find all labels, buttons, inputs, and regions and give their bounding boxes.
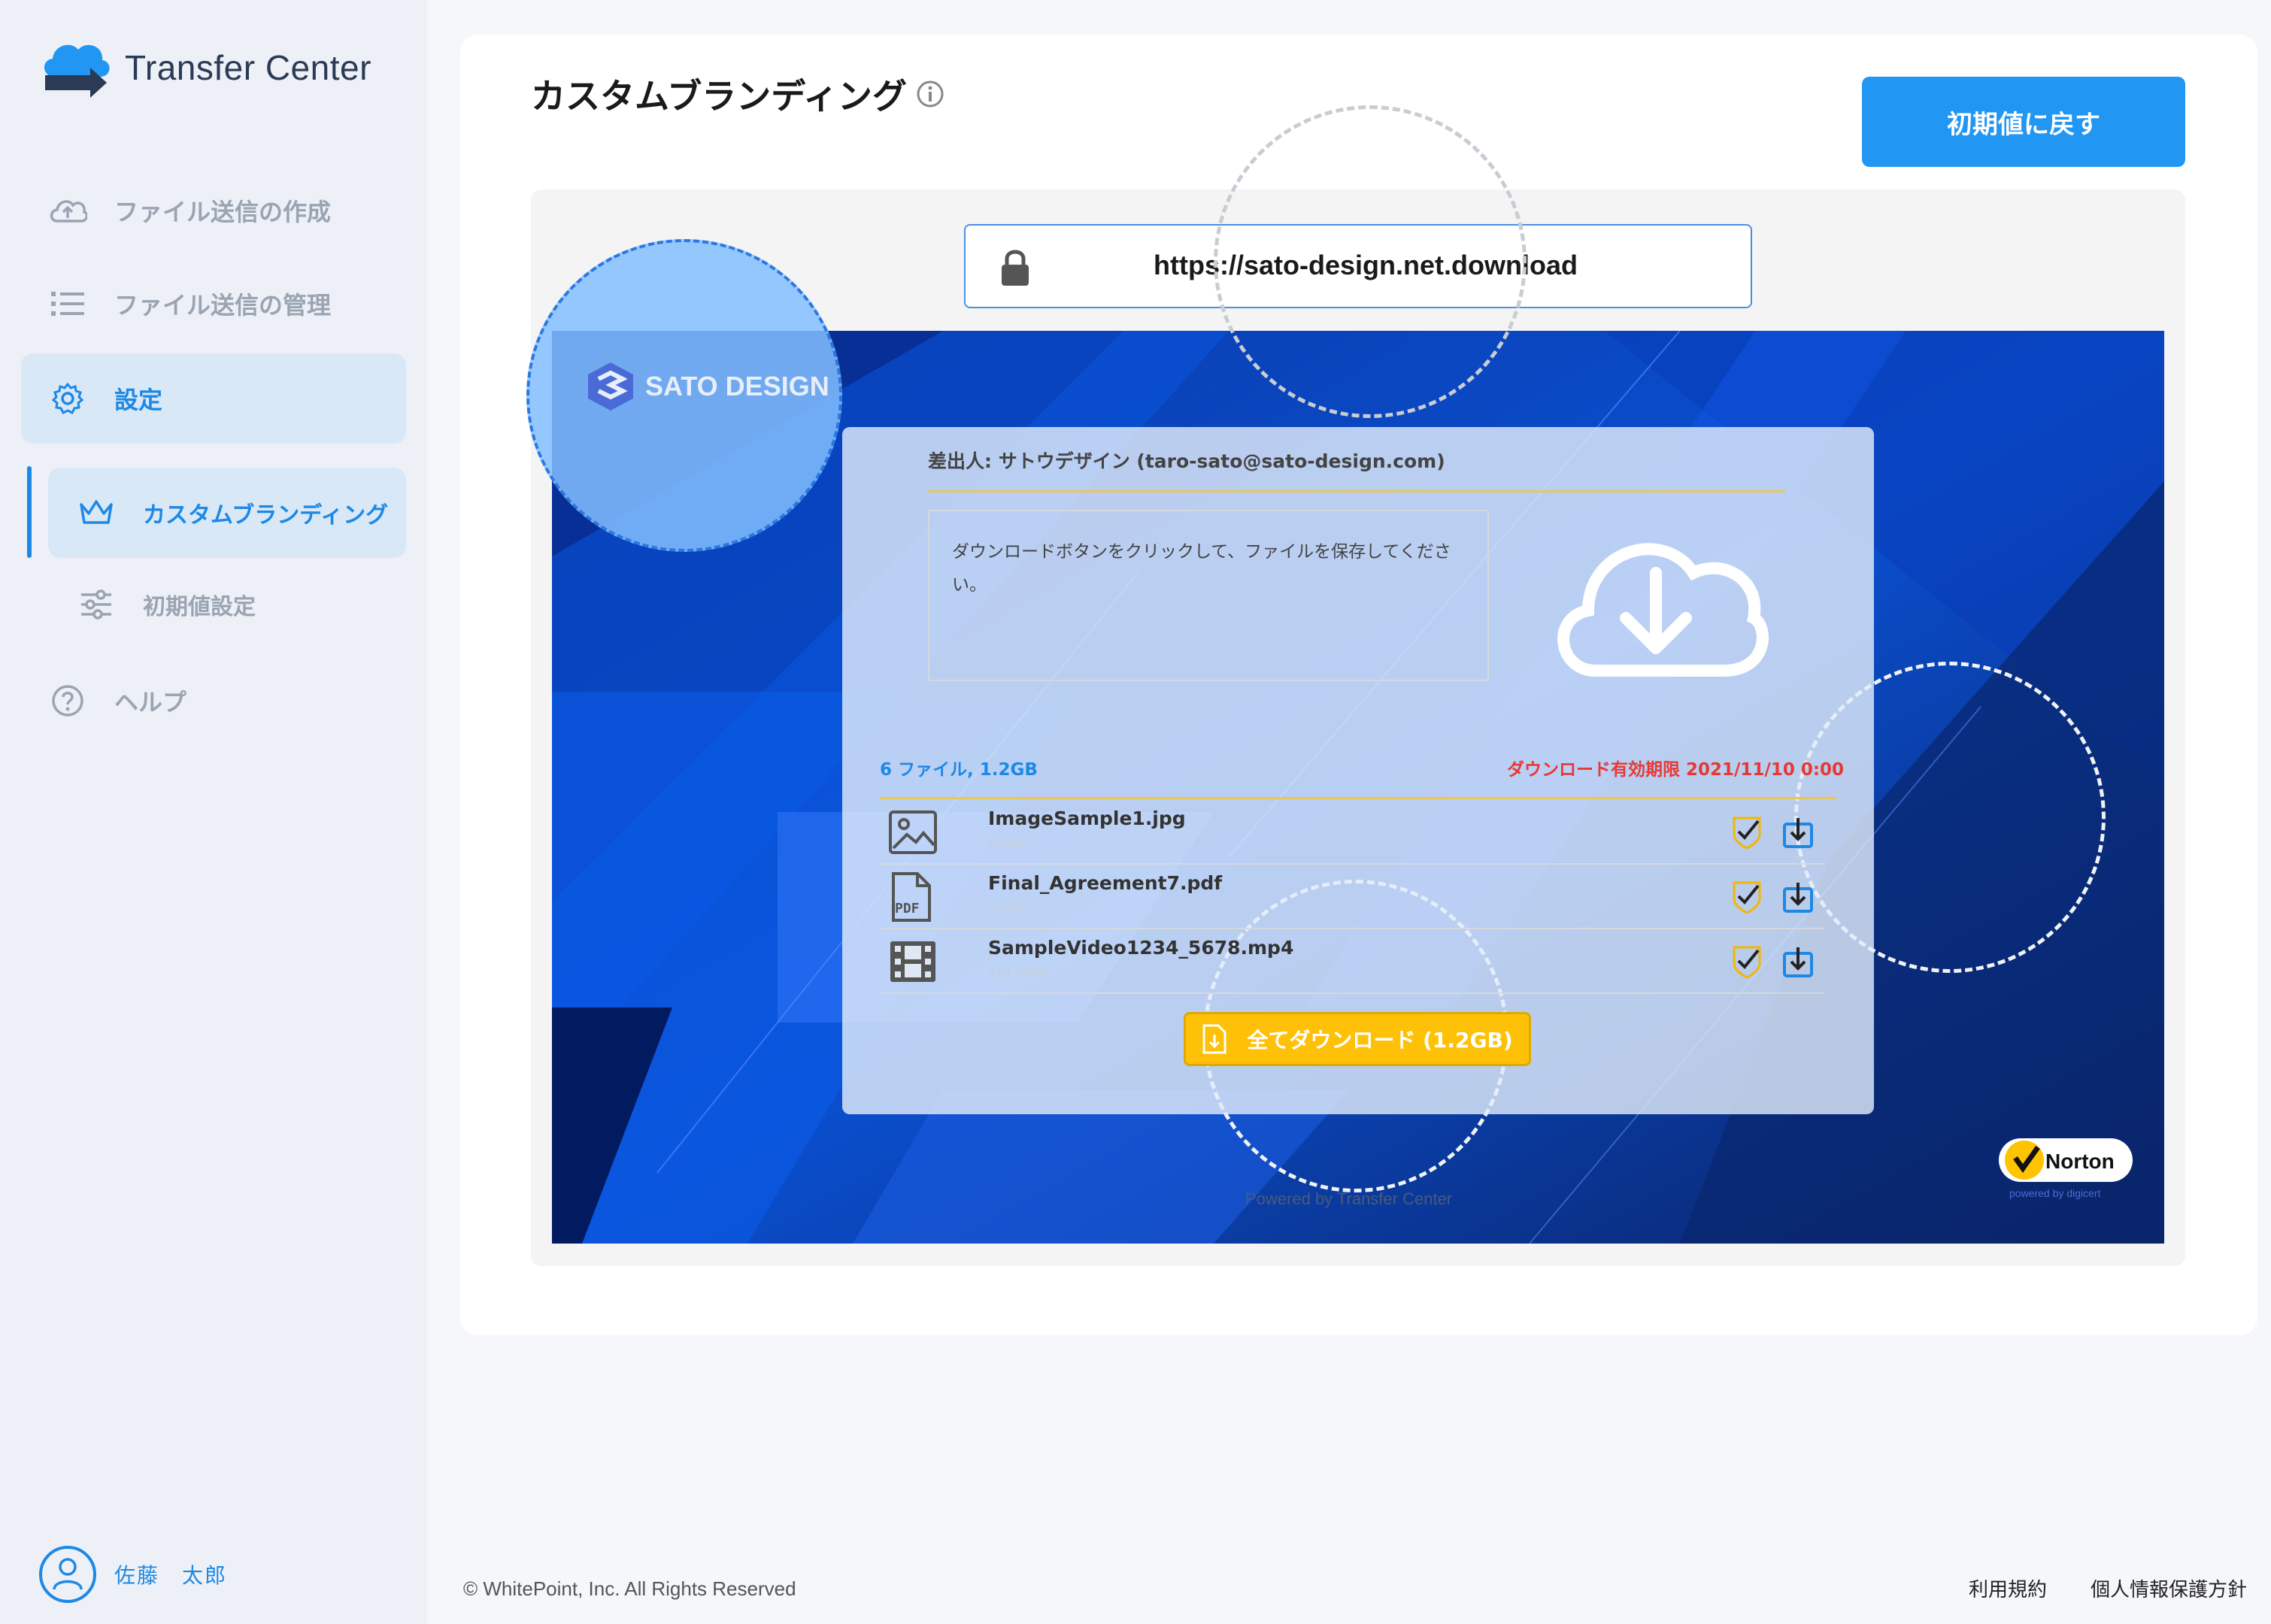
gear-icon [44, 374, 92, 423]
list-icon [44, 280, 92, 328]
sender-info: 差出人: サトウデザイン (taro-sato@sato-design.com) [928, 450, 1445, 472]
sidebar-item-label: 設定 [114, 386, 163, 414]
brand-logo: SATO DESIGN [584, 359, 829, 414]
lock-icon [1002, 250, 1029, 286]
sidebar-item-label: ファイル送信の作成 [114, 198, 332, 226]
file-row[interactable]: SampleVideo1234_5678.mp4 256.40MB [880, 929, 1824, 994]
svg-text:PDF: PDF [895, 901, 920, 917]
decorative-ring [1214, 105, 1527, 418]
sliders-icon [72, 580, 120, 629]
norton-badge: Norton powered by digicert [1999, 1138, 2133, 1199]
cloud-download-icon [1557, 543, 1769, 677]
copyright: © WhitePoint, Inc. All Rights Reserved [463, 1577, 796, 1600]
divider [880, 797, 1836, 799]
info-icon[interactable] [916, 80, 944, 108]
sidebar-item-label: カスタムブランディング [143, 502, 389, 529]
norton-label: Norton [2045, 1150, 2115, 1173]
download-icon[interactable] [1781, 815, 1815, 850]
user-profile[interactable]: 佐藤 太郎 [39, 1546, 227, 1603]
file-size: 3.2MB [988, 836, 1026, 850]
sidebar-item-custom-branding[interactable]: カスタムブランディング [48, 468, 406, 558]
sato-design-logo-icon [588, 362, 633, 411]
active-indicator [27, 466, 32, 558]
help-icon [44, 677, 92, 725]
message-box: ダウンロードボタンをクリックして、ファイルを保存してください。 [928, 510, 1489, 681]
image-file-icon [889, 810, 937, 854]
user-icon [53, 1558, 83, 1590]
sidebar-item-help[interactable]: ヘルプ [21, 656, 406, 746]
reset-to-default-button[interactable]: 初期値に戻す [1862, 77, 2185, 167]
checked-icon[interactable] [1730, 880, 1764, 914]
download-expiry: ダウンロード有効期限 2021/11/10 0:00 [1507, 760, 1845, 780]
file-row[interactable]: ImageSample1.jpg 3.2MB [880, 800, 1824, 865]
sidebar-item-create-transfer[interactable]: ファイル送信の作成 [21, 165, 406, 256]
video-file-icon [890, 941, 935, 982]
privacy-policy-link[interactable]: 個人情報保護方針 [2091, 1574, 2247, 1602]
transfer-center-logo-icon [44, 44, 110, 98]
pdf-file-icon: PDF [892, 872, 931, 922]
sidebar-item-label: ヘルプ [114, 688, 187, 717]
file-count: 6 ファイル, 1.2GB [880, 760, 1038, 780]
checked-icon[interactable] [1730, 815, 1764, 850]
file-name: SampleVideo1234_5678.mp4 [988, 937, 1294, 959]
sidebar-item-label: ファイル送信の管理 [114, 291, 332, 320]
file-size: 256.40MB [988, 965, 1049, 980]
download-all-button[interactable]: 全てダウンロード (1.2GB) [1184, 1012, 1531, 1066]
user-name: 佐藤 太郎 [114, 1563, 228, 1588]
page-title: カスタムブランディング [531, 76, 908, 117]
file-row[interactable]: PDF Final_Agreement7.pdf 2.8MB [880, 865, 1824, 929]
cloud-upload-icon [44, 186, 92, 235]
sidebar-item-label: 初期値設定 [143, 594, 256, 620]
brand-name: SATO DESIGN [645, 371, 829, 401]
avatar [39, 1546, 96, 1603]
file-name: Final_Agreement7.pdf [988, 872, 1223, 894]
sidebar-item-default-settings[interactable]: 初期値設定 [48, 559, 406, 650]
file-download-icon [1202, 1024, 1226, 1054]
file-name: ImageSample1.jpg [988, 807, 1186, 829]
terms-link[interactable]: 利用規約 [1969, 1574, 2047, 1602]
powered-by: Powered by Transfer Center [1245, 1189, 1453, 1208]
crown-icon [72, 489, 120, 537]
download-icon[interactable] [1781, 880, 1815, 914]
file-size: 2.8MB [988, 901, 1026, 915]
download-icon[interactable] [1781, 944, 1815, 979]
divider [928, 490, 1785, 492]
sidebar-item-manage-transfers[interactable]: ファイル送信の管理 [21, 259, 406, 349]
download-all-label: 全てダウンロード (1.2GB) [1247, 1028, 1513, 1053]
app-logo[interactable]: Transfer Center [38, 30, 371, 105]
sidebar-item-settings[interactable]: 設定 [21, 353, 406, 444]
checked-icon[interactable] [1730, 944, 1764, 979]
sidebar: Transfer Center ファイル送信の作成 ファイル送信の管理 設定 カ… [0, 0, 427, 1624]
app-name: Transfer Center [125, 48, 371, 87]
norton-sub: powered by digicert [2009, 1187, 2101, 1199]
